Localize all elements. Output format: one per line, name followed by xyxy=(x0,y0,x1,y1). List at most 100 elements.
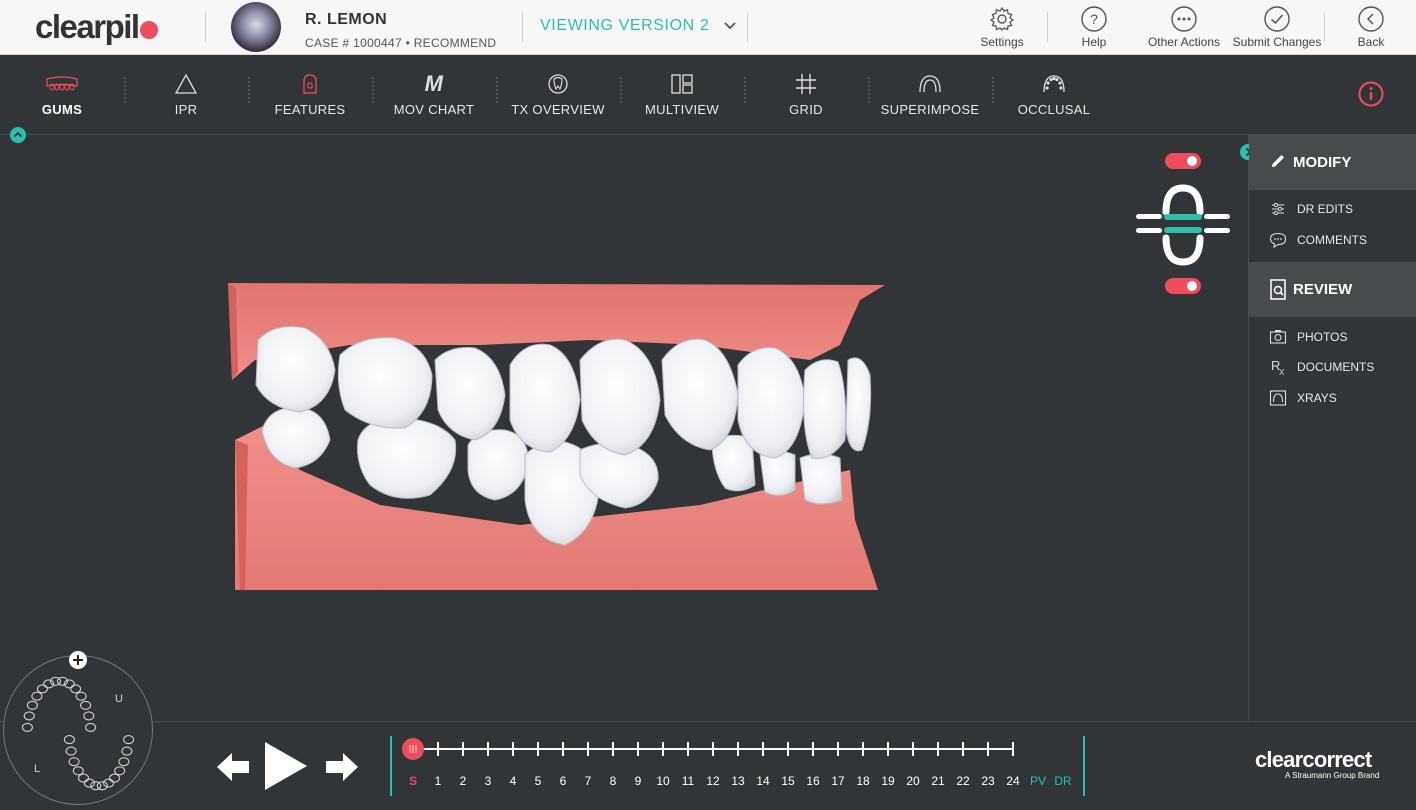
timeline-tick[interactable] xyxy=(587,742,589,756)
tool-ipr[interactable]: IPR xyxy=(131,69,241,117)
timeline-tick[interactable] xyxy=(637,742,639,756)
timeline-tick[interactable] xyxy=(812,742,814,756)
timeline-tick[interactable] xyxy=(862,742,864,756)
dental-3d-viewer[interactable] xyxy=(0,135,1248,721)
minimap-tooth[interactable] xyxy=(83,778,95,788)
minimap-tooth[interactable] xyxy=(63,735,75,745)
step-label[interactable]: 2 xyxy=(451,774,475,788)
step-label[interactable]: 22 xyxy=(951,774,975,788)
timeline-tick[interactable] xyxy=(1012,742,1014,756)
minimap-tooth[interactable] xyxy=(65,746,77,756)
step-label[interactable]: 9 xyxy=(626,774,650,788)
step-label[interactable]: 23 xyxy=(976,774,1000,788)
minimap-tooth[interactable] xyxy=(72,766,84,776)
minimap-tooth[interactable] xyxy=(31,691,43,701)
step-label[interactable]: 6 xyxy=(551,774,575,788)
other-actions-button[interactable]: Other Actions xyxy=(1146,6,1222,49)
tool-features[interactable]: FEATURES xyxy=(255,69,365,117)
step-timeline[interactable]: S 1 2 3 4 5 6 7 8 9 10 11 12 13 14 15 16 17 18 19 20 21 22 23 24… xyxy=(391,736,1085,798)
minimap-tooth[interactable] xyxy=(63,679,75,689)
tool-mov-chart[interactable]: M MOV CHART xyxy=(379,69,489,117)
patient-avatar[interactable] xyxy=(231,2,281,52)
timeline-tick[interactable] xyxy=(662,742,664,756)
minimap-tooth[interactable] xyxy=(80,700,92,710)
step-label[interactable]: DR xyxy=(1051,774,1075,788)
step-label[interactable]: 8 xyxy=(601,774,625,788)
step-label[interactable]: 7 xyxy=(576,774,600,788)
timeline-tick[interactable] xyxy=(512,742,514,756)
arch-minimap[interactable]: U L xyxy=(3,655,153,805)
timeline-tick[interactable] xyxy=(712,742,714,756)
timeline-tick[interactable] xyxy=(687,742,689,756)
minimap-tooth[interactable] xyxy=(114,766,126,776)
minimap-tooth[interactable] xyxy=(68,757,80,767)
dr-edits-item[interactable]: DR EDITS xyxy=(1269,201,1353,217)
minimap-tooth[interactable] xyxy=(49,676,62,686)
step-label[interactable]: 12 xyxy=(701,774,725,788)
minimap-tooth[interactable] xyxy=(103,778,115,788)
minimap-tooth[interactable] xyxy=(121,746,133,756)
play-button[interactable] xyxy=(263,740,309,797)
step-label[interactable]: S xyxy=(401,774,425,788)
tool-occlusal[interactable]: OCCLUSAL xyxy=(999,69,1109,117)
minimap-tooth[interactable] xyxy=(85,722,97,732)
timeline-scrubber-handle[interactable] xyxy=(402,738,424,760)
step-label[interactable]: 3 xyxy=(476,774,500,788)
tool-tx-overview[interactable]: TX OVERVIEW xyxy=(503,69,613,117)
step-label[interactable]: 5 xyxy=(526,774,550,788)
timeline-tick[interactable] xyxy=(562,742,564,756)
timeline-tick[interactable] xyxy=(487,742,489,756)
upper-jaw-toggle[interactable] xyxy=(1165,153,1201,169)
modify-section-header[interactable]: MODIFY xyxy=(1249,135,1416,190)
submit-changes-button[interactable]: Submit Changes xyxy=(1232,6,1322,49)
minimap-tooth[interactable] xyxy=(83,711,95,721)
minimap-tooth[interactable] xyxy=(36,684,48,694)
step-label[interactable]: 15 xyxy=(776,774,800,788)
clearpilot-logo[interactable]: clearpil xyxy=(35,8,158,46)
timeline-tick[interactable] xyxy=(962,742,964,756)
photos-item[interactable]: PHOTOS xyxy=(1269,329,1347,345)
next-step-button[interactable] xyxy=(324,751,360,788)
step-label[interactable]: 20 xyxy=(901,774,925,788)
help-button[interactable]: ? Help xyxy=(1074,6,1114,49)
minimap-tooth[interactable] xyxy=(43,679,55,689)
minimap-tooth[interactable] xyxy=(75,691,87,701)
timeline-tick[interactable] xyxy=(437,742,439,756)
step-label[interactable]: 18 xyxy=(851,774,875,788)
timeline-tick[interactable] xyxy=(462,742,464,756)
tool-gums[interactable]: GUMS xyxy=(7,69,117,117)
minimap-tooth[interactable] xyxy=(23,711,35,721)
timeline-tick[interactable] xyxy=(762,742,764,756)
previous-step-button[interactable] xyxy=(215,751,251,788)
step-label[interactable]: 14 xyxy=(751,774,775,788)
minimap-tooth[interactable] xyxy=(118,757,130,767)
xrays-item[interactable]: XRAYS xyxy=(1269,390,1337,406)
minimap-tooth[interactable] xyxy=(77,773,90,783)
step-label[interactable]: 1 xyxy=(426,774,450,788)
timeline-tick[interactable] xyxy=(787,742,789,756)
version-dropdown[interactable]: VIEWING VERSION 2 xyxy=(540,17,737,35)
minimap-tooth[interactable] xyxy=(90,781,102,791)
documents-item[interactable]: RX DOCUMENTS xyxy=(1269,358,1374,376)
minimap-tooth[interactable] xyxy=(70,684,82,694)
tool-superimpose[interactable]: SUPERIMPOSE xyxy=(875,69,985,117)
timeline-tick[interactable] xyxy=(887,742,889,756)
step-label[interactable]: PV xyxy=(1026,774,1050,788)
minimap-tooth[interactable] xyxy=(123,735,135,745)
review-section-header[interactable]: REVIEW xyxy=(1249,262,1416,317)
tool-grid[interactable]: GRID xyxy=(751,69,861,117)
comments-item[interactable]: COMMENTS xyxy=(1269,232,1367,248)
step-label[interactable]: 21 xyxy=(926,774,950,788)
step-label[interactable]: 24 xyxy=(1001,774,1025,788)
step-label[interactable]: 13 xyxy=(726,774,750,788)
timeline-tick[interactable] xyxy=(737,742,739,756)
timeline-tick[interactable] xyxy=(937,742,939,756)
minimap-tooth[interactable] xyxy=(21,722,33,732)
expand-minimap-button[interactable] xyxy=(69,651,87,669)
step-label[interactable]: 17 xyxy=(826,774,850,788)
minimap-tooth[interactable] xyxy=(26,700,38,710)
jaw-separation-icon[interactable] xyxy=(1134,180,1234,270)
lower-jaw-toggle[interactable] xyxy=(1165,278,1201,294)
info-button[interactable] xyxy=(1358,81,1384,112)
tool-multiview[interactable]: MULTIVIEW xyxy=(627,69,737,117)
